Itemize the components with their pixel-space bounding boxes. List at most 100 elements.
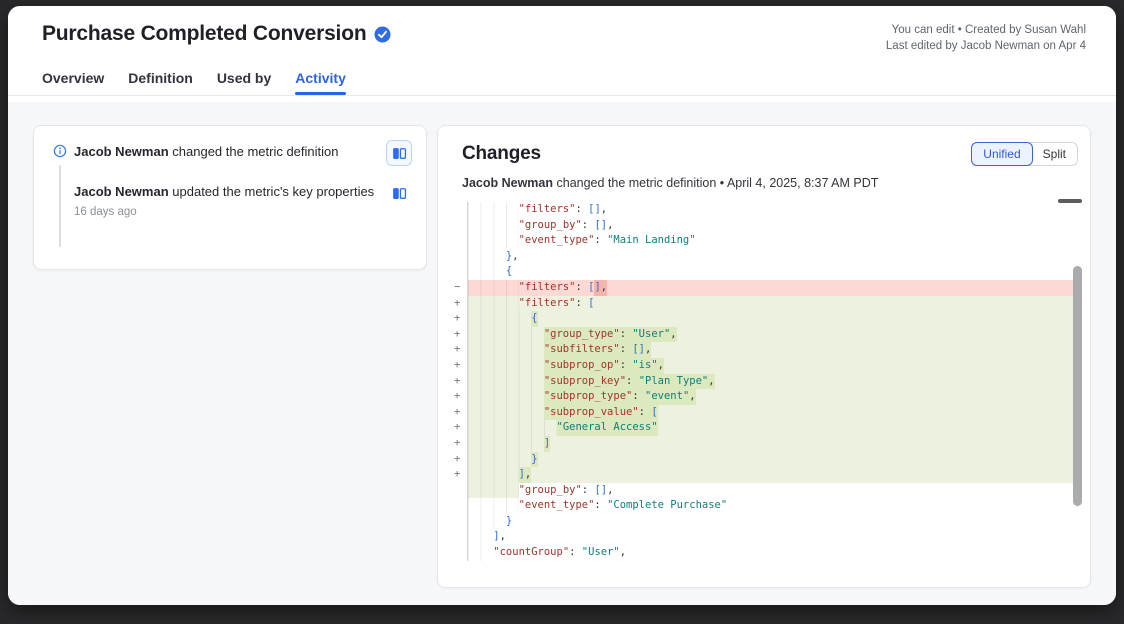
indent-guides [468,233,519,249]
activity-item[interactable]: Jacob Newman changed the metric definiti… [74,140,412,166]
diff-line-context: "group_by": [], [453,218,1082,234]
diff-line-added: +"subfilters": [], [453,342,1082,358]
indent-guides [468,296,519,312]
tab-overview[interactable]: Overview [42,70,104,95]
code-token: { [531,311,537,327]
tab-activity[interactable]: Activity [295,70,346,95]
code-token: , [689,389,695,405]
view-diff-icon[interactable] [386,140,412,166]
diff-line-added: +{ [453,311,1082,327]
code-token: "event" [645,389,689,405]
code-token: "event_type" [519,498,595,514]
code-token: : [594,498,607,514]
code-token: { [506,264,512,280]
indent-guides [468,452,531,468]
activity-item[interactable]: Jacob Newman updated the metric's key pr… [74,180,412,221]
diff-line-context: { [453,264,1082,280]
code-token: "User" [582,545,620,561]
code-token: : [620,358,633,374]
code-token: , [658,358,664,374]
code-token: : [582,218,595,234]
edit-meta: You can edit • Created by Susan Wahl Las… [886,22,1086,54]
activity-timestamp: 16 days ago [74,204,378,221]
diff-line-added: + "General Access" [453,420,1082,436]
code-token: [ [588,296,594,312]
code-token: , [708,374,714,390]
code-token: : [632,389,645,405]
changes-title: Changes [462,143,541,165]
code-token: "subprop_key" [544,374,626,390]
vertical-scrollbar-thumb[interactable] [1073,266,1082,506]
diff-gutter-marker [453,514,467,530]
diff-gutter-marker: + [453,311,467,327]
code-token: , [601,202,607,218]
indent-guides [468,342,544,358]
tab-definition[interactable]: Definition [128,70,193,95]
view-mode-split[interactable]: Split [1032,143,1077,165]
code-token: : [569,545,582,561]
activity-timeline [52,143,68,247]
diff-gutter-marker [453,264,467,280]
horizontal-scrollbar-thumb[interactable] [1058,199,1082,203]
diff-line-context: "event_type": "Complete Purchase" [453,498,1082,514]
timeline-rail [59,165,61,247]
meta-line-1: You can edit • Created by Susan Wahl [886,22,1086,38]
diff-line-added: +} [453,452,1082,468]
diff-gutter-marker [453,529,467,545]
diff-gutter-marker [453,202,467,218]
code-token: "countGroup" [493,545,569,561]
indent-guides [468,249,506,265]
code-token: [] [594,218,607,234]
code-token: [] [632,342,645,358]
indent-guides [468,280,519,296]
verified-check-icon [374,26,391,43]
code-token: "General Access" [557,420,658,436]
diff-line-context: "countGroup": "User", [453,545,1082,561]
diff-gutter-marker [453,483,467,499]
indent-guides [468,405,544,421]
indent-guides [468,483,519,499]
indent-guides [468,420,557,436]
code-token: "Main Landing" [607,233,696,249]
meta-line-2: Last edited by Jacob Newman on Apr 4 [886,38,1086,54]
tab-bar: Overview Definition Used by Activity [42,70,1086,95]
diff-line-added: +"subprop_key": "Plan Type", [453,374,1082,390]
code-token: "Complete Purchase" [607,498,727,514]
code-token: : [620,327,633,343]
diff-line-context: "group_by": [], [453,483,1082,499]
diff-gutter-marker: + [453,327,467,343]
code-token: "group_by" [519,483,582,499]
diff-gutter-marker: + [453,358,467,374]
diff-line-removed: −"filters": [], [453,280,1082,296]
activity-log-panel: Jacob Newman changed the metric definiti… [33,125,427,270]
code-token: : [626,374,639,390]
code-token: "filters" [519,296,576,312]
code-token: } [506,514,512,530]
info-circle-icon [52,143,68,159]
code-token: , [525,467,531,483]
diff-line-added: +"subprop_value": [ [453,405,1082,421]
tab-used-by[interactable]: Used by [217,70,271,95]
code-token: : [639,405,652,421]
indent-guides [468,358,544,374]
view-diff-icon[interactable] [386,180,412,206]
activity-actor: Jacob Newman [74,144,169,159]
code-token: "group_by" [519,218,582,234]
diff-gutter-marker: + [453,420,467,436]
diff-gutter-marker [453,233,467,249]
indent-guides [468,374,544,390]
view-mode-unified[interactable]: Unified [971,142,1032,166]
indent-guides [468,218,519,234]
code-token: , [607,483,613,499]
diff-line-added: +"subprop_op": "is", [453,358,1082,374]
code-token: , [620,545,626,561]
diff-line-context: }, [453,249,1082,265]
diff-viewer: "filters": [], "group_by": [], "event_ty… [453,202,1082,561]
diff-line-context: "event_type": "Main Landing" [453,233,1082,249]
code-token: "User" [632,327,670,343]
diff-line-context: ], [453,529,1082,545]
diff-gutter-marker: + [453,374,467,390]
indent-guides [468,202,519,218]
indent-guides [468,264,506,280]
code-token: : [575,296,588,312]
